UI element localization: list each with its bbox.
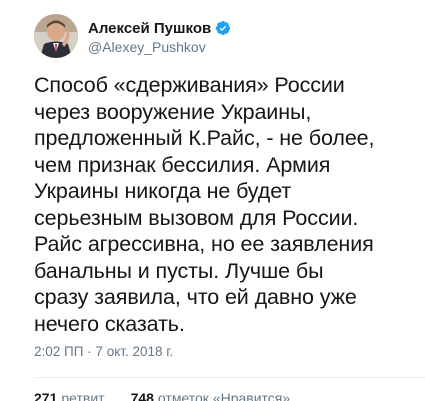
likes-count: 748 <box>130 390 154 401</box>
retweets-stat[interactable]: 271 ретвит <box>34 390 105 401</box>
user-handle[interactable]: @Alexey_Pushkov <box>88 39 231 55</box>
tweet-stats: 271 ретвит 748 отметок «Нравится» <box>34 390 290 401</box>
tweet-header: Алексей Пушков @Alexey_Pushkov <box>34 14 231 58</box>
retweets-label: ретвит <box>61 390 105 401</box>
divider <box>34 377 425 378</box>
tweet-timestamp[interactable]: 2:02 ПП · 7 окт. 2018 г. <box>34 344 173 359</box>
verified-badge-icon <box>215 20 231 36</box>
tweet-text: Способ «сдерживания» России через вооруж… <box>34 73 375 336</box>
display-name[interactable]: Алексей Пушков <box>88 20 211 37</box>
user-names: Алексей Пушков @Alexey_Pushkov <box>88 18 231 55</box>
avatar[interactable] <box>34 14 78 58</box>
tweet-card: Алексей Пушков @Alexey_Pushkov Способ «с… <box>0 0 425 401</box>
likes-label: отметок «Нравится» <box>157 390 291 401</box>
display-name-row: Алексей Пушков <box>88 18 231 38</box>
retweets-count: 271 <box>34 390 58 401</box>
likes-stat[interactable]: 748 отметок «Нравится» <box>131 390 291 401</box>
